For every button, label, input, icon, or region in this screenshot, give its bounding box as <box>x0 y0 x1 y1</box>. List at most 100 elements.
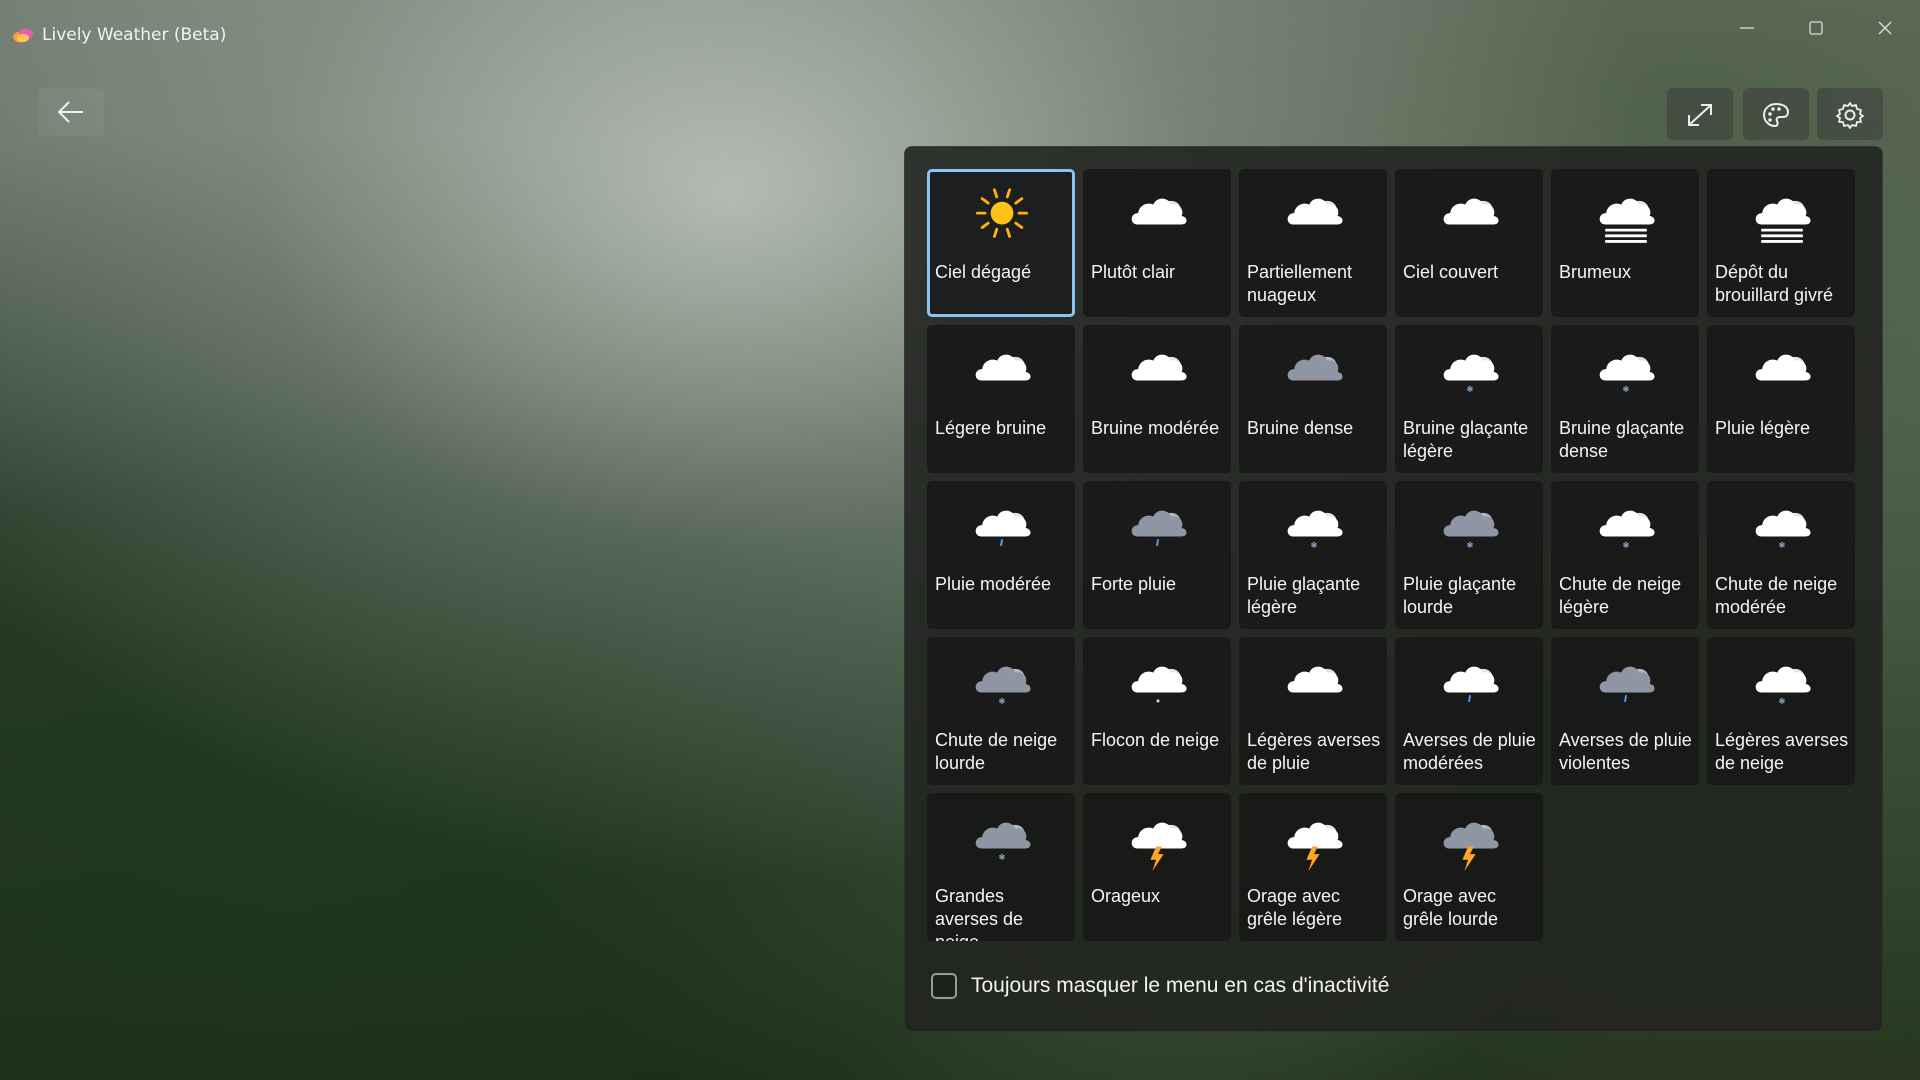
svg-text:❄: ❄ <box>998 853 1005 863</box>
weather-tile[interactable]: ❄ Chute de neige modérée <box>1707 481 1855 629</box>
weather-tile[interactable]: Légere bruine <box>927 325 1075 473</box>
theme-button[interactable] <box>1743 88 1809 140</box>
close-button[interactable] <box>1858 8 1912 48</box>
weather-tile-label: Plutôt clair <box>1091 262 1176 282</box>
weather-tile[interactable]: ❄ Pluie glaçante lourde <box>1395 481 1543 629</box>
arrow-left-icon <box>57 101 83 123</box>
weather-tile-label: Ciel couvert <box>1403 262 1499 282</box>
weather-tile[interactable]: Forte pluie <box>1083 481 1231 629</box>
weather-tile[interactable]: Légères averses de pluie <box>1239 637 1387 785</box>
dark-cloud-snow-icon: ❄ <box>975 666 1031 707</box>
weather-tile[interactable]: Bruine modérée <box>1083 325 1231 473</box>
weather-tile[interactable]: Orageux <box>1083 793 1231 941</box>
weather-tile-label: Pluie modérée <box>935 574 1052 594</box>
weather-tile[interactable]: Averses de pluie modérées <box>1395 637 1543 785</box>
weather-tile-label: Légères averses de pluie <box>1247 730 1381 773</box>
weather-tile-label: Bruine glaçante dense <box>1559 418 1685 461</box>
weather-tile-label: Ciel dégagé <box>935 262 1032 282</box>
weather-tile[interactable]: ❄ Grandes averses de neige <box>927 793 1075 941</box>
cloud-rain-icon <box>1443 666 1499 703</box>
weather-tile[interactable]: Plutôt clair <box>1083 169 1231 317</box>
cloud-rain-icon <box>975 510 1031 547</box>
weather-tile-label: Orageux <box>1091 886 1161 906</box>
weather-tile-label: Orage avec grêle légère <box>1247 886 1343 929</box>
weather-tile-label: Pluie légère <box>1715 418 1811 438</box>
weather-tile-label: Bruine glaçante légère <box>1403 418 1529 461</box>
dark-cloud-snow-icon: ❄ <box>975 822 1031 863</box>
svg-text:❄: ❄ <box>1778 541 1785 551</box>
weather-tile-label: Légere bruine <box>935 418 1047 438</box>
svg-text:❄: ❄ <box>1310 541 1317 551</box>
hide-menu-checkbox[interactable] <box>931 973 957 999</box>
minimize-button[interactable] <box>1720 8 1774 48</box>
weather-tile[interactable]: ❄ Légères averses de neige <box>1707 637 1855 785</box>
weather-tile-label: Dépôt du brouillard givré <box>1715 262 1834 305</box>
dark-cloud-rain-icon <box>1131 510 1187 547</box>
fullscreen-button[interactable] <box>1667 88 1733 140</box>
weather-tile[interactable]: Orage avec grêle légère <box>1239 793 1387 941</box>
svg-text:❄: ❄ <box>1622 385 1629 395</box>
weather-tile-label: Pluie glaçante légère <box>1247 574 1361 617</box>
settings-button[interactable] <box>1817 88 1883 140</box>
window-title: Lively Weather (Beta) <box>42 25 227 45</box>
cloud-icon <box>1755 354 1811 381</box>
weather-tile-label: Pluie glaçante lourde <box>1403 574 1517 617</box>
weather-tile-label: Brumeux <box>1559 262 1632 282</box>
cloud-icon <box>1131 354 1187 381</box>
weather-tile-label: Forte pluie <box>1091 574 1177 594</box>
weather-tile-label: Averses de pluie violentes <box>1559 730 1692 773</box>
weather-condition-panel: Ciel dégagé Plutôt clair Partiellement nua… <box>904 146 1883 1032</box>
hide-menu-label: Toujours masquer le menu en cas d'inacti… <box>971 974 1390 997</box>
weather-tile[interactable]: ❄ Bruine glaçante légère <box>1395 325 1543 473</box>
weather-tile-label: Orage avec grêle lourde <box>1403 886 1499 929</box>
cloud-overcast-icon <box>1443 198 1499 225</box>
cloud-snow-icon: ❄ <box>1755 510 1811 551</box>
weather-tile[interactable]: Bruine dense <box>1239 325 1387 473</box>
weather-tile[interactable]: Partiellement nuageux <box>1239 169 1387 317</box>
close-icon <box>1878 21 1892 35</box>
cloud-snow-icon: ❄ <box>1599 510 1655 551</box>
weather-tile-label: Bruine dense <box>1247 418 1354 438</box>
lively-logo-icon <box>13 28 33 43</box>
weather-tile[interactable]: ❄ Bruine glaçante dense <box>1551 325 1699 473</box>
cloud-icon <box>1287 666 1343 693</box>
weather-tile-label: Flocon de neige <box>1091 730 1220 750</box>
weather-tile[interactable]: ❄ Chute de neige légère <box>1551 481 1699 629</box>
weather-tile-label: Chute de neige légère <box>1559 574 1682 617</box>
weather-tile-label: Chute de neige lourde <box>935 730 1058 773</box>
weather-tile-label: Averses de pluie modérées <box>1403 730 1536 773</box>
dark-cloud-rain-icon <box>1599 666 1655 703</box>
cloud-icon <box>1131 198 1187 225</box>
weather-tile[interactable]: ❄ Chute de neige lourde <box>927 637 1075 785</box>
cloud-snow-icon: ❄ <box>1755 666 1811 707</box>
weather-tile[interactable]: ❄ Pluie glaçante légère <box>1239 481 1387 629</box>
weather-tile-label: Grandes averses de neige <box>935 886 1024 941</box>
palette-icon <box>1762 102 1790 128</box>
weather-tile[interactable]: Pluie modérée <box>927 481 1075 629</box>
weather-tile[interactable]: Pluie légère <box>1707 325 1855 473</box>
title-bar: Lively Weather (Beta) <box>0 0 1920 72</box>
back-button[interactable] <box>38 88 104 136</box>
dark-cloud-snow-icon: ❄ <box>1443 510 1499 551</box>
cloud-snow-icon: ❄ <box>1599 354 1655 395</box>
maximize-icon <box>1809 21 1823 35</box>
weather-tile[interactable]: Orage avec grêle lourde <box>1395 793 1543 941</box>
dark-cloud-lightning-icon <box>1443 822 1499 872</box>
weather-tile-label: Légères averses de neige <box>1715 730 1849 773</box>
weather-tile[interactable]: Ciel dégagé <box>927 169 1075 317</box>
weather-tile-label: Chute de neige modérée <box>1715 574 1838 617</box>
maximize-button[interactable] <box>1789 8 1843 48</box>
dark-cloud-icon <box>1287 354 1343 381</box>
weather-tile[interactable]: Brumeux <box>1551 169 1699 317</box>
weather-tile[interactable]: Flocon de neige <box>1083 637 1231 785</box>
weather-tile[interactable]: Averses de pluie violentes <box>1551 637 1699 785</box>
gear-icon <box>1836 102 1864 129</box>
cloud-lightning-icon <box>1131 822 1187 872</box>
weather-tile-label: Partiellement nuageux <box>1247 262 1353 305</box>
cloud-snow-icon: ❄ <box>1287 510 1343 551</box>
svg-text:❄: ❄ <box>1466 541 1473 551</box>
weather-tile[interactable]: Ciel couvert <box>1395 169 1543 317</box>
cloud-icon <box>975 354 1031 381</box>
weather-tile[interactable]: Dépôt du brouillard givré <box>1707 169 1855 317</box>
weather-tile-label: Bruine modérée <box>1091 418 1220 438</box>
